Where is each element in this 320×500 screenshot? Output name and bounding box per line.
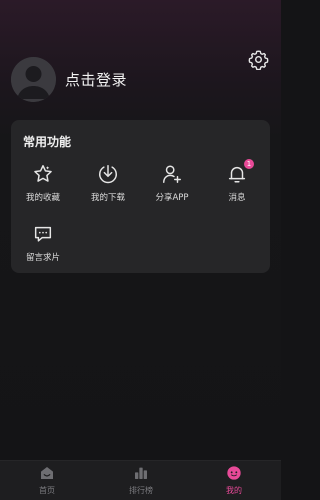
download-icon <box>99 165 117 184</box>
request-movie-label: 留言求片 <box>25 253 60 263</box>
tab-profile[interactable]: 我的 <box>199 465 269 496</box>
downloads-button[interactable]: 我的下载 <box>78 163 138 203</box>
profile-page: 点击登录 常用功能 我的收藏 我的下载 分享APP 1 消息 留言求片 首页 排… <box>0 0 281 500</box>
bottom-tab-bar: 首页 排行榜 我的 <box>0 460 281 500</box>
gear-icon <box>248 50 269 71</box>
star-icon <box>34 165 52 182</box>
avatar[interactable] <box>11 57 56 102</box>
profile-icon <box>227 466 241 480</box>
settings-button[interactable] <box>248 49 269 71</box>
messages-button[interactable]: 1 消息 <box>207 159 267 203</box>
message-icon <box>34 226 52 242</box>
tab-profile-label: 我的 <box>226 486 242 495</box>
request-movie-button[interactable]: 留言求片 <box>13 223 73 263</box>
share-app-label: 分享APP <box>155 193 189 203</box>
tab-home-label: 首页 <box>39 486 55 495</box>
message-badge: 1 <box>244 159 254 169</box>
tab-home[interactable]: 首页 <box>12 465 82 496</box>
ranking-icon <box>135 467 147 479</box>
messages-label: 消息 <box>228 193 246 203</box>
downloads-label: 我的下载 <box>90 193 125 203</box>
share-app-button[interactable]: 分享APP <box>142 163 202 203</box>
default-avatar-icon <box>11 57 56 102</box>
favorites-button[interactable]: 我的收藏 <box>13 163 73 203</box>
favorites-label: 我的收藏 <box>25 193 60 203</box>
login-link[interactable]: 点击登录 <box>65 69 127 90</box>
tab-ranking-label: 排行榜 <box>129 486 153 495</box>
common-functions-title: 常用功能 <box>23 135 72 149</box>
add-user-icon <box>163 165 181 183</box>
home-icon <box>41 467 53 479</box>
tab-ranking[interactable]: 排行榜 <box>106 465 176 496</box>
